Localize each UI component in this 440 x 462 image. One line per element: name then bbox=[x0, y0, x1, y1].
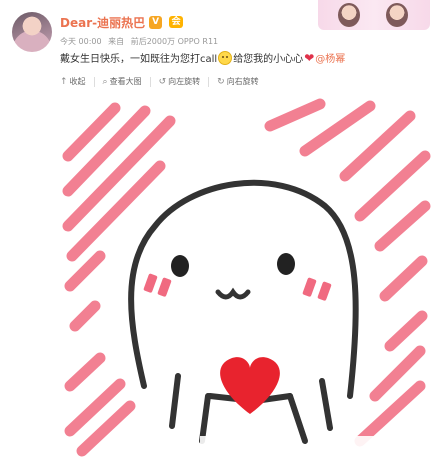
magnify-icon: ⌕ bbox=[102, 76, 108, 87]
toolbar-divider bbox=[208, 76, 210, 87]
post-text-prefix: 戴女生日快乐，一如既往为您打call bbox=[60, 54, 218, 65]
smile-emoji-icon bbox=[218, 50, 233, 65]
post-time[interactable]: 今天 00:00 bbox=[60, 37, 102, 46]
source-prefix: 来自 bbox=[108, 37, 125, 46]
rotate-left-button[interactable]: ↺ 向左旋转 bbox=[159, 76, 201, 87]
username[interactable]: Dear-迪丽热巴 bbox=[60, 14, 145, 31]
meme-drawing bbox=[62, 98, 431, 457]
vip-icon: 会 bbox=[169, 16, 184, 28]
banner-portrait-right bbox=[386, 3, 408, 27]
toolbar-divider bbox=[149, 76, 151, 87]
post-source: 前后2000万 OPPO R11 bbox=[130, 37, 219, 46]
post-header: Dear-迪丽热巴 V 会 bbox=[60, 12, 184, 32]
post-image[interactable] bbox=[60, 96, 432, 462]
mention-link[interactable]: @杨幂 bbox=[315, 50, 345, 65]
toolbar-divider bbox=[93, 76, 95, 87]
post-text: 戴女生日快乐，一如既往为您打call 给您我的小心心 ❤ @杨幂 bbox=[60, 50, 345, 65]
banner-portrait-left bbox=[338, 3, 360, 27]
collapse-label: 收起 bbox=[69, 77, 86, 86]
post-meta: 今天 00:00 来自 前后2000万 OPPO R11 bbox=[60, 36, 222, 47]
rotate-right-label: 向右旋转 bbox=[226, 77, 259, 86]
post-text-middle: 给您我的小心心 bbox=[233, 54, 304, 65]
view-large-label: 查看大图 bbox=[109, 77, 142, 86]
rotate-right-button[interactable]: ↻ 向右旋转 bbox=[217, 76, 259, 87]
rotate-left-label: 向左旋转 bbox=[168, 77, 201, 86]
image-bottom-blur-left bbox=[200, 436, 295, 462]
collapse-icon: ↑ bbox=[60, 76, 68, 87]
rotate-right-icon: ↻ bbox=[217, 76, 225, 87]
image-toolbar: ↑ 收起 ⌕ 查看大图 ↺ 向左旋转 ↻ 向右旋转 bbox=[60, 76, 259, 87]
header-banner bbox=[318, 0, 430, 30]
heart-emoji-icon: ❤ bbox=[304, 50, 315, 65]
character-face bbox=[143, 253, 332, 301]
image-bottom-blur-right bbox=[350, 436, 430, 462]
verified-icon: V bbox=[149, 15, 163, 29]
view-large-button[interactable]: ⌕ 查看大图 bbox=[103, 76, 142, 87]
red-heart bbox=[220, 357, 280, 414]
avatar[interactable] bbox=[12, 12, 52, 52]
collapse-button[interactable]: ↑ 收起 bbox=[60, 76, 86, 87]
rotate-left-icon: ↺ bbox=[158, 76, 167, 87]
